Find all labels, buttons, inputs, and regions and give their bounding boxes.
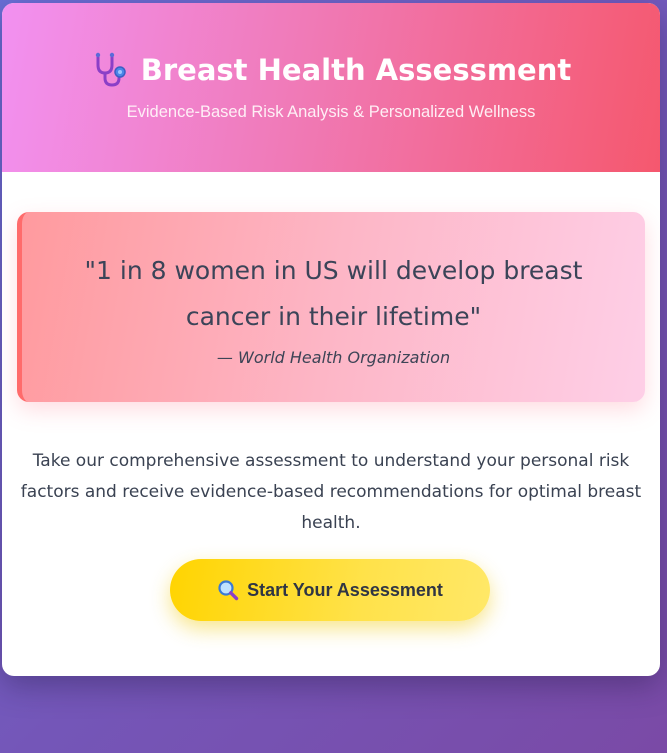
start-assessment-label: Start Your Assessment	[247, 579, 443, 600]
assessment-description: Take our comprehensive assessment to und…	[20, 451, 642, 533]
title-row: Breast Health Assessment	[2, 51, 660, 89]
magnifier-icon	[217, 579, 239, 601]
stethoscope-icon	[91, 51, 129, 89]
page-title: Breast Health Assessment	[140, 53, 572, 87]
header-banner: Breast Health Assessment Evidence-Based …	[2, 3, 660, 172]
assessment-card: Breast Health Assessment Evidence-Based …	[2, 3, 660, 676]
page-subtitle: Evidence-Based Risk Analysis & Personali…	[126, 103, 536, 121]
quote-text: "1 in 8 women in US will develop breast …	[84, 256, 583, 331]
statistic-quote-box: "1 in 8 women in US will develop breast …	[17, 212, 645, 402]
start-assessment-button[interactable]: Start Your Assessment	[170, 559, 490, 621]
quote-source: — World Health Organization	[216, 348, 451, 367]
